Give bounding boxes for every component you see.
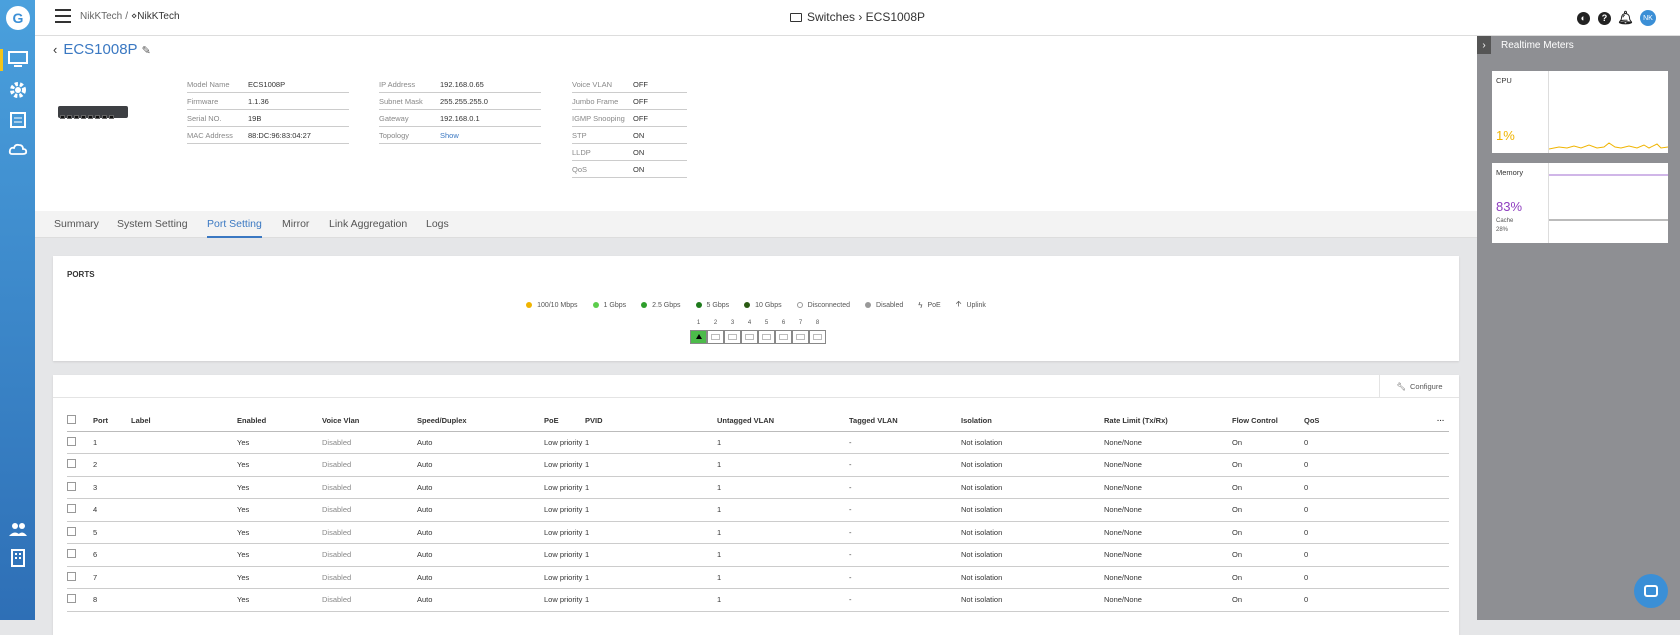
device-title: ‹ ECS1008P ✎ xyxy=(53,41,151,58)
bell-icon[interactable]: 🔔︎ xyxy=(1617,10,1634,25)
more-options-icon[interactable]: ··· xyxy=(1437,411,1449,432)
contrast-icon[interactable]: ◐ xyxy=(1577,11,1590,25)
table-row[interactable]: 7 Yes Disabled Auto Low priority 1 1- Not isola… xyxy=(67,566,1449,589)
port-numbers: 12345678 xyxy=(696,320,820,326)
table-row[interactable]: 5 Yes Disabled Auto Low priority 1 1- Not isola… xyxy=(67,521,1449,544)
legend-item: Disconnected xyxy=(796,298,850,312)
page-title: Switches › ECS1008P xyxy=(35,10,1680,24)
chat-icon xyxy=(1644,585,1658,597)
active-indicator xyxy=(0,49,3,71)
table-row[interactable]: 2 Yes Disabled Auto Low priority 1 1- Not isola… xyxy=(67,453,1449,477)
port-table: Port Label Enabled Voice Vlan Speed/Dupl… xyxy=(67,411,1449,612)
table-row[interactable]: 8 Yes Disabled Auto Low priority 1 1- Not isola… xyxy=(67,588,1449,612)
memory-meter: Memory 83% Cache 28% xyxy=(1492,163,1668,243)
port-5[interactable] xyxy=(758,330,775,344)
top-bar: NikKTech / ⋄NikKTech Switches › ECS1008P ◐… xyxy=(35,0,1680,36)
device-info-col2: IP Address 192.168.0.65 Subnet Mask 255.25… xyxy=(379,76,541,144)
device-header: ‹ ECS1008P ✎ Model Name ECS1008P Firmware 1.… xyxy=(35,36,1477,211)
monitor-icon[interactable] xyxy=(8,50,28,70)
tab-link-aggregation[interactable]: Link Aggregation xyxy=(329,218,407,230)
legend-item: Disabled xyxy=(865,298,903,312)
help-icon[interactable]: ? xyxy=(1598,11,1611,25)
tab-summary[interactable]: Summary xyxy=(54,218,99,230)
port-4[interactable] xyxy=(741,330,758,344)
legend-item: 100/10 Mbps xyxy=(526,298,578,312)
main-content: ‹ ECS1008P ✎ Model Name ECS1008P Firmware 1.… xyxy=(35,36,1477,635)
configure-button[interactable]: 🔧︎ Configure xyxy=(1379,375,1459,398)
uplink-arrow-icon: 🡩 xyxy=(955,299,962,308)
gear-icon[interactable] xyxy=(8,80,28,100)
topology-show-link[interactable]: Show xyxy=(440,131,459,140)
legend-item: 5 Gbps xyxy=(695,298,729,312)
left-sidebar: G xyxy=(0,0,35,620)
ports-panel: PORTS 100/10 Mbps 1 Gbps 2.5 Gbps 5 Gbps… xyxy=(53,256,1459,361)
table-toolbar: 🔧︎ Configure xyxy=(53,375,1459,398)
port-3[interactable] xyxy=(724,330,741,344)
realtime-meters-panel: › Realtime Meters CPU 1% Memory 83% Cache… xyxy=(1477,36,1680,620)
report-icon[interactable] xyxy=(8,110,28,130)
table-row[interactable]: 3 Yes Disabled Auto Low priority 1 1- Not isola… xyxy=(67,476,1449,499)
tab-mirror[interactable]: Mirror xyxy=(282,218,309,230)
device-info-col1: Model Name ECS1008P Firmware 1.1.36 Serial… xyxy=(187,76,349,144)
row-checkbox[interactable] xyxy=(67,481,76,491)
port-8[interactable] xyxy=(809,330,826,344)
table-row[interactable]: 4 Yes Disabled Auto Low priority 1 1- Not isola… xyxy=(67,498,1449,522)
port-6[interactable] xyxy=(775,330,792,344)
back-chevron-icon[interactable]: ‹ xyxy=(53,42,57,57)
port-table-panel: 🔧︎ Configure Port Label Enabled Voice Vla… xyxy=(53,375,1459,635)
app-logo[interactable]: G xyxy=(6,6,30,30)
port-2[interactable] xyxy=(707,330,724,344)
port-1[interactable] xyxy=(690,330,707,344)
chevron-right-icon[interactable]: › xyxy=(1477,36,1491,54)
ports-title: PORTS xyxy=(67,270,95,279)
wrench-icon: 🔧︎ xyxy=(1396,382,1406,391)
row-checkbox[interactable] xyxy=(67,571,76,581)
legend-item: 10 Gbps xyxy=(744,298,782,312)
tab-port-setting[interactable]: Port Setting xyxy=(207,218,262,238)
select-all-checkbox[interactable] xyxy=(67,415,76,425)
tab-system-setting[interactable]: System Setting xyxy=(117,218,188,230)
avatar[interactable]: NK xyxy=(1640,10,1656,26)
device-info-col3: Voice VLAN OFF Jumbo Frame OFF IGMP Snoopi… xyxy=(572,76,687,178)
cloud-icon[interactable] xyxy=(8,140,28,160)
legend-item: 2.5 Gbps xyxy=(641,298,681,312)
table-row[interactable]: 1 Yes Disabled Auto Low priority 1 1- Not isola… xyxy=(67,431,1449,454)
port-7[interactable] xyxy=(792,330,809,344)
users-icon[interactable] xyxy=(8,520,28,540)
legend-item: 🡩 Uplink xyxy=(956,298,986,312)
port-diagram xyxy=(690,330,826,344)
tab-logs[interactable]: Logs xyxy=(426,218,449,230)
switch-image xyxy=(58,106,128,119)
row-checkbox[interactable] xyxy=(67,526,76,536)
cpu-meter: CPU 1% xyxy=(1492,71,1668,153)
row-checkbox[interactable] xyxy=(67,549,76,559)
row-checkbox[interactable] xyxy=(67,504,76,514)
table-row[interactable]: 6 Yes Disabled Auto Low priority 1 1- Not isola… xyxy=(67,543,1449,567)
tab-bar: Summary System Setting Port Setting Mirr… xyxy=(35,211,1477,238)
building-icon[interactable] xyxy=(8,548,28,568)
realtime-header: › Realtime Meters xyxy=(1477,36,1680,54)
row-checkbox[interactable] xyxy=(67,594,76,604)
edit-icon[interactable]: ✎ xyxy=(142,45,151,57)
lightning-icon: ϟ xyxy=(918,300,923,310)
legend-item: ϟ PoE xyxy=(918,300,941,310)
row-checkbox[interactable] xyxy=(67,436,76,446)
chat-button[interactable] xyxy=(1634,574,1668,608)
row-checkbox[interactable] xyxy=(67,459,76,469)
legend-item: 1 Gbps xyxy=(592,298,626,312)
ports-legend: 100/10 Mbps 1 Gbps 2.5 Gbps 5 Gbps 10 Gb… xyxy=(53,298,1459,312)
monitor-icon xyxy=(789,13,802,22)
